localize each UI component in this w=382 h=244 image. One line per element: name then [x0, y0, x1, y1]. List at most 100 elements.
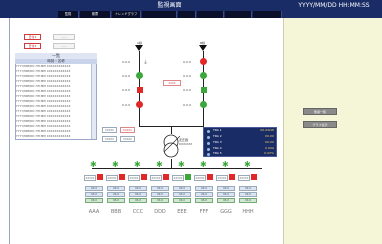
load-icon: ✱ — [222, 160, 229, 169]
feeder-breaker-icon[interactable] — [229, 174, 235, 180]
datetime-display: YYYY/MM/DD HH:MM:SS — [298, 2, 370, 9]
feeder-value: XX.X — [107, 186, 125, 191]
feeder-box[interactable]: XXXXX — [194, 175, 206, 181]
node-label: X.X.X — [183, 74, 192, 78]
feeder-box[interactable]: XXXXX — [150, 175, 162, 181]
bullet-icon — [207, 153, 210, 156]
feeder-box[interactable]: XXXXX — [216, 175, 228, 181]
left-breaker-2-icon[interactable] — [137, 87, 143, 93]
tab-empty-1[interactable] — [142, 11, 177, 18]
feeder-value: XX.X — [173, 198, 191, 203]
transformer-icon[interactable] — [160, 133, 186, 159]
status-box-1[interactable]: XXXXX — [102, 127, 117, 133]
feeder-label-ccc: CCC — [132, 209, 144, 215]
right-panel — [283, 18, 382, 244]
feeder-breaker-icon[interactable] — [207, 174, 213, 180]
feeder-label-eee: EEE — [177, 209, 187, 215]
tab-empty-4[interactable] — [225, 11, 252, 18]
alarm-list-button[interactable]: 警報一覧 — [303, 108, 337, 115]
blank-button-2[interactable]: ------ — [53, 43, 75, 49]
tab-empty-3[interactable] — [197, 11, 224, 18]
feeder-label-ggg: GGG — [220, 209, 232, 215]
right-breaker-4-icon[interactable] — [200, 101, 207, 108]
date2-button[interactable]: 日付2 — [24, 43, 41, 49]
feeder-breaker-icon[interactable] — [97, 174, 103, 180]
status-box-4[interactable]: XXXXX — [120, 136, 135, 142]
feeder-value: XX.X — [195, 198, 213, 203]
load-icon: ✱ — [134, 160, 141, 169]
feeder-value: XX.X — [129, 192, 147, 197]
feeder-breaker-icon[interactable] — [141, 174, 147, 180]
status-box-3[interactable]: XXXXX — [120, 127, 135, 133]
feeder-value: XX.X — [151, 186, 169, 191]
load-icon: ✱ — [244, 160, 251, 169]
right-breaker-2-icon[interactable] — [200, 72, 207, 79]
feeder-value: XX.X — [239, 198, 257, 203]
feeder-box[interactable]: XXXXX — [238, 175, 250, 181]
node-label: X.X.X — [183, 60, 192, 64]
bullet-icon — [207, 136, 210, 139]
feeder-value: XX.X — [85, 198, 103, 203]
load-icon: ✱ — [156, 160, 163, 169]
bullet-icon — [207, 148, 210, 151]
date1-button[interactable]: 日付1 — [24, 34, 41, 40]
right-breaker-1-icon[interactable] — [200, 58, 207, 65]
feeder-box[interactable]: XXXXX — [172, 175, 184, 181]
feeder-value: XX.X — [151, 198, 169, 203]
measure-value: X.XXA — [264, 146, 274, 150]
tab-trend[interactable]: トレンドグラフ — [112, 11, 141, 18]
node-label: X.X.X — [122, 103, 131, 107]
graph-view-button[interactable]: グラフ表示 — [303, 121, 337, 128]
feeder-value: XX.X — [151, 192, 169, 197]
bullet-icon — [207, 130, 210, 133]
bullet-icon — [207, 142, 210, 145]
status-box-2[interactable]: XXXXX — [102, 136, 117, 142]
node-label: X.X.X — [183, 88, 192, 92]
feeder-value: XX.X — [217, 198, 235, 203]
feeder-value: XX.X — [195, 186, 213, 191]
right-breaker-3-icon[interactable] — [201, 87, 207, 93]
measure-value: XX.XX — [264, 140, 274, 144]
feeder-value: XX.X — [107, 198, 125, 203]
feeder-value: XX.X — [195, 192, 213, 197]
feeder-box[interactable]: XXXXX — [106, 175, 118, 181]
measure-label: TRA 1 — [213, 128, 222, 132]
tab-monitor[interactable]: 監視 — [58, 11, 79, 18]
node-label: X.X.X — [122, 88, 131, 92]
tie-box[interactable]: XXXX — [163, 80, 181, 86]
measure-label: TRA 3 — [213, 140, 222, 144]
left-breaker-3-icon[interactable] — [136, 101, 143, 108]
tab-report[interactable]: 帳票 — [80, 11, 111, 18]
left-border — [9, 18, 10, 244]
feeder-value: XX.X — [217, 192, 235, 197]
feeder-value: XX.X — [173, 186, 191, 191]
feeder-value: XX.X — [129, 198, 147, 203]
feeder-box[interactable]: XXXXX — [128, 175, 140, 181]
feeder-breaker-icon[interactable] — [119, 174, 125, 180]
load-icon: ✱ — [112, 160, 119, 169]
feeder-label-bbb: BBB — [110, 209, 122, 215]
feeder-label-hhh: HHH — [242, 209, 254, 215]
feeder-breaker-icon[interactable] — [251, 174, 257, 180]
measure-label: TRA 5 — [213, 151, 222, 155]
left-breaker-1-icon[interactable] — [136, 72, 143, 79]
load-icon: ✱ — [200, 160, 207, 169]
transformer-out-line — [171, 159, 172, 168]
list-scrollbar[interactable] — [91, 64, 96, 139]
tab-empty-2[interactable] — [178, 11, 196, 18]
measure-value: XX.XX — [264, 134, 274, 138]
feeder-breaker-icon[interactable] — [163, 174, 169, 180]
load-icon: ✱ — [178, 160, 185, 169]
list-item[interactable]: YYYY/MM/DD HH:MM XXXXXXXXXXXX — [16, 134, 90, 139]
tab-empty-5[interactable] — [253, 11, 282, 18]
blank-button-1[interactable]: ------ — [53, 34, 75, 40]
measure-label: TRA 4 — [213, 146, 222, 150]
feeder-breaker-icon[interactable] — [185, 174, 191, 180]
node-label: X.X.X — [122, 74, 131, 78]
load-icon: ✱ — [90, 160, 97, 169]
feeder-value: XX.X — [239, 192, 257, 197]
measure-value: XX.XXkW — [260, 128, 274, 132]
page-title: 監視画面 — [157, 2, 182, 9]
feeder-box[interactable]: XXXXX — [84, 175, 96, 181]
feeder-value: XX.X — [85, 192, 103, 197]
